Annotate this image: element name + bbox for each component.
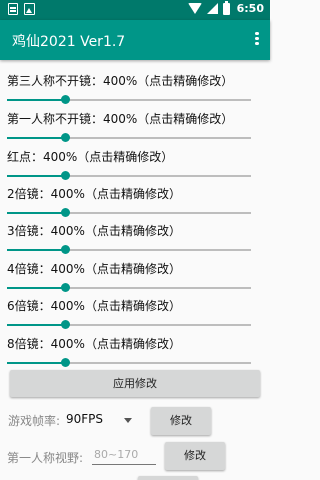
slider-fill [7, 99, 66, 101]
slider-fill [7, 212, 66, 214]
sensitivity-slider[interactable] [7, 244, 251, 256]
slider-fill [7, 137, 66, 139]
fov-label: 第一人称视野: [7, 451, 84, 465]
sensitivity-slider[interactable] [7, 132, 251, 144]
status-time: 6:50 [236, 2, 264, 15]
setting-row: 8倍镜：400%（点击精确修改） [0, 337, 270, 373]
sensitivity-slider[interactable] [7, 282, 251, 294]
setting-row: 第三人称不开镜：400%（点击精确修改） [0, 74, 270, 110]
slider-thumb[interactable] [61, 320, 71, 329]
setting-row: 红点：400%（点击精确修改） [0, 150, 270, 186]
fov-input[interactable] [92, 445, 156, 465]
setting-label[interactable]: 3倍镜：400%（点击精确修改） [7, 224, 181, 239]
slider-thumb[interactable] [61, 283, 71, 292]
slider-fill [7, 287, 66, 289]
slider-fill [7, 324, 66, 326]
sensitivity-slider[interactable] [7, 319, 251, 331]
more-vert-icon[interactable] [252, 30, 262, 50]
slider-fill [7, 362, 66, 364]
fps-label: 游戏帧率: [8, 414, 61, 428]
setting-label[interactable]: 8倍镜：400%（点击精确修改） [7, 337, 181, 352]
slider-thumb[interactable] [61, 171, 71, 180]
setting-row: 第一人称不开镜：400%（点击精确修改） [0, 112, 270, 148]
signal-icon [206, 3, 218, 14]
fps-select[interactable]: 90FPS [66, 412, 103, 426]
slider-thumb[interactable] [61, 245, 71, 254]
setting-label[interactable]: 2倍镜：400%（点击精确修改） [7, 187, 181, 202]
setting-row: 4倍镜：400%（点击精确修改） [0, 262, 270, 298]
sensitivity-slider[interactable] [7, 170, 251, 182]
partial-button[interactable] [138, 476, 198, 480]
sensitivity-slider[interactable] [7, 94, 251, 106]
app-bar: 鸡仙2021 Ver1.7 [0, 20, 270, 60]
setting-row: 3倍镜：400%（点击精确修改） [0, 224, 270, 260]
slider-fill [7, 175, 66, 177]
image-icon [24, 3, 35, 15]
slider-fill [7, 249, 66, 251]
setting-label[interactable]: 第三人称不开镜：400%（点击精确修改） [7, 74, 233, 89]
slider-thumb[interactable] [61, 95, 71, 104]
setting-row: 2倍镜：400%（点击精确修改） [0, 187, 270, 223]
fps-modify-button[interactable]: 修改 [151, 407, 211, 435]
sensitivity-slider[interactable] [7, 207, 251, 219]
sensitivity-slider[interactable] [7, 357, 251, 369]
setting-row: 6倍镜：400%（点击精确修改） [0, 299, 270, 335]
slider-thumb[interactable] [61, 208, 71, 217]
app-title: 鸡仙2021 Ver1.7 [12, 34, 126, 50]
wifi-icon [187, 3, 202, 14]
notification-icon [8, 3, 18, 15]
slider-thumb[interactable] [61, 358, 71, 367]
setting-label[interactable]: 6倍镜：400%（点击精确修改） [7, 299, 181, 314]
dropdown-arrow-icon[interactable] [124, 418, 132, 423]
setting-label[interactable]: 4倍镜：400%（点击精确修改） [7, 262, 181, 277]
setting-label[interactable]: 第一人称不开镜：400%（点击精确修改） [7, 112, 233, 127]
fov-modify-button[interactable]: 修改 [165, 442, 225, 470]
slider-thumb[interactable] [61, 133, 71, 142]
battery-icon [222, 0, 230, 15]
setting-label[interactable]: 红点：400%（点击精确修改） [7, 150, 173, 165]
status-bar: 6:50 [0, 0, 270, 20]
apply-changes-button[interactable]: 应用修改 [10, 370, 260, 397]
